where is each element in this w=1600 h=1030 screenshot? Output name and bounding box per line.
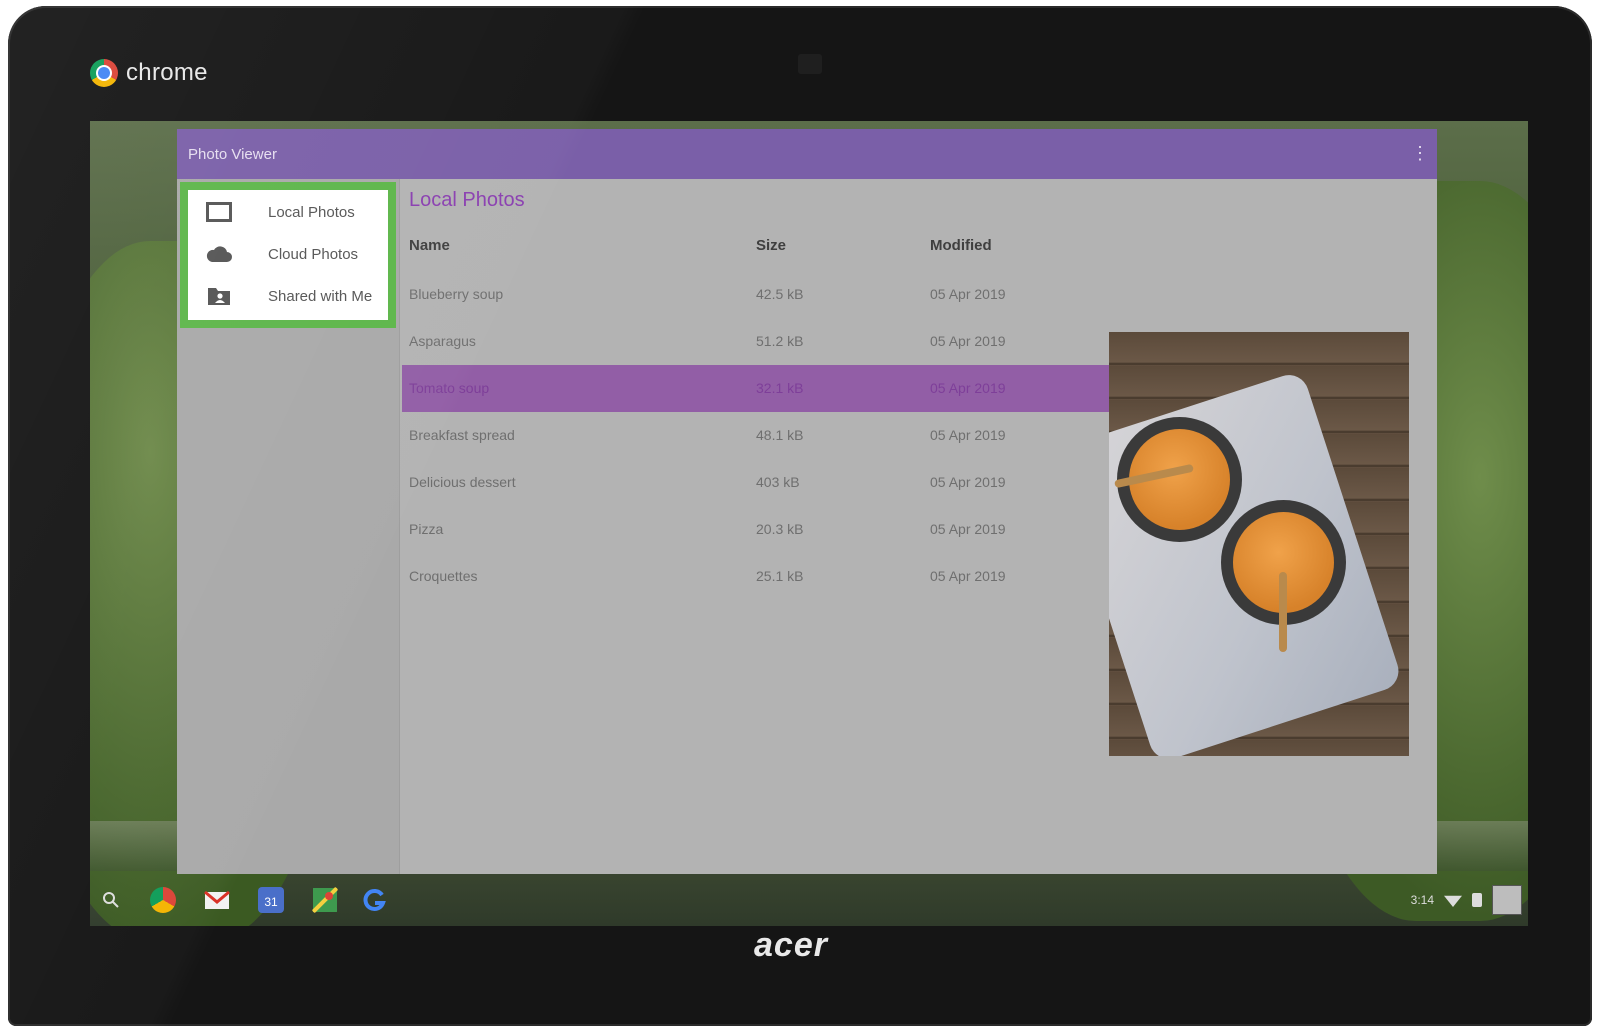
table-row[interactable]: Delicious dessert 403 kB 05 Apr 2019	[402, 459, 1109, 506]
cell-modified: 05 Apr 2019	[930, 521, 1006, 537]
google-icon[interactable]	[362, 887, 388, 913]
gmail-icon[interactable]	[204, 887, 230, 913]
section-title: Local Photos	[409, 189, 525, 211]
chrome-icon[interactable]	[150, 887, 176, 913]
cell-name: Blueberry soup	[409, 286, 504, 302]
cell-size: 25.1 kB	[756, 568, 804, 584]
cell-name: Croquettes	[409, 568, 478, 584]
clock: 3:14	[1410, 893, 1434, 907]
cell-size: 403 kB	[756, 474, 800, 490]
more-vertical-icon[interactable]: ⋮	[1411, 141, 1429, 165]
search-icon[interactable]	[98, 887, 124, 913]
webcam	[798, 54, 822, 74]
acer-logo: acer	[754, 926, 828, 964]
shared-folder-icon	[208, 288, 230, 305]
nav-list: Local Photos Cloud Photos Shared with Me	[188, 190, 388, 320]
cell-modified: 05 Apr 2019	[930, 427, 1006, 443]
cell-size: 48.1 kB	[756, 427, 804, 443]
cell-modified: 05 Apr 2019	[930, 333, 1006, 349]
cell-name: Breakfast spread	[409, 427, 515, 443]
cloud-icon	[206, 246, 232, 262]
table-row[interactable]: Croquettes 25.1 kB 05 Apr 2019	[402, 553, 1109, 600]
photo-viewer-window: Photo Viewer ⋮ Local Photos Cloud Photos…	[177, 129, 1437, 874]
column-header-name[interactable]: Name	[409, 237, 450, 254]
calendar-icon[interactable]: 31	[258, 887, 284, 913]
cell-name: Delicious dessert	[409, 474, 516, 490]
sidebar-item-label: Cloud Photos	[268, 246, 359, 263]
cell-modified: 05 Apr 2019	[930, 474, 1006, 490]
cell-name: Pizza	[409, 521, 444, 537]
cell-name: Tomato soup	[409, 380, 490, 396]
column-header-modified[interactable]: Modified	[930, 237, 992, 254]
table-row[interactable]: Pizza 20.3 kB 05 Apr 2019	[402, 506, 1109, 553]
chrome-branding: chrome	[90, 59, 208, 87]
table-row-selected[interactable]: Tomato soup 32.1 kB 05 Apr 2019	[402, 365, 1109, 412]
cell-size: 42.5 kB	[756, 286, 804, 302]
table-row[interactable]: Breakfast spread 48.1 kB 05 Apr 2019	[402, 412, 1109, 459]
chrome-brand-label: chrome	[126, 59, 208, 86]
sidebar-item-cloud-photos[interactable]: Cloud Photos	[188, 235, 388, 273]
column-header-size[interactable]: Size	[756, 237, 786, 254]
photo-spoon	[1279, 572, 1287, 652]
cell-size: 51.2 kB	[756, 333, 804, 349]
shelf: 31 3:14	[90, 873, 1528, 926]
cell-name: Asparagus	[409, 333, 476, 349]
sidebar-item-local-photos[interactable]: Local Photos	[188, 193, 388, 231]
table-row[interactable]: Asparagus 51.2 kB 05 Apr 2019	[402, 318, 1109, 365]
cell-size: 32.1 kB	[756, 380, 804, 396]
photo-frame-icon	[206, 202, 232, 222]
wifi-icon	[1444, 895, 1462, 907]
maps-icon[interactable]	[312, 887, 338, 913]
nav-highlight-frame: Local Photos Cloud Photos Shared with Me	[180, 182, 396, 328]
avatar	[1492, 885, 1522, 915]
sidebar-item-label: Shared with Me	[268, 288, 373, 305]
cell-modified: 05 Apr 2019	[930, 286, 1006, 302]
cell-modified: 05 Apr 2019	[930, 568, 1006, 584]
battery-icon	[1472, 893, 1482, 907]
app-titlebar: Photo Viewer ⋮	[177, 129, 1437, 179]
table-row[interactable]: Blueberry soup 42.5 kB 05 Apr 2019	[402, 271, 1109, 318]
sidebar-item-shared-with-me[interactable]: Shared with Me	[188, 277, 388, 315]
chrome-logo-icon	[90, 59, 118, 87]
app-title: Photo Viewer	[188, 146, 277, 163]
cell-size: 20.3 kB	[756, 521, 804, 537]
laptop-bezel: chrome Photo Viewer ⋮ Local Photos Cloud…	[8, 6, 1592, 1026]
screen: Photo Viewer ⋮ Local Photos Cloud Photos…	[90, 121, 1528, 926]
status-tray[interactable]: 3:14	[1411, 885, 1522, 915]
sidebar-item-label: Local Photos	[268, 204, 355, 221]
cell-modified: 05 Apr 2019	[930, 380, 1006, 396]
photo-preview[interactable]	[1109, 332, 1409, 756]
sidebar: Local Photos Cloud Photos Shared with Me	[177, 179, 400, 874]
